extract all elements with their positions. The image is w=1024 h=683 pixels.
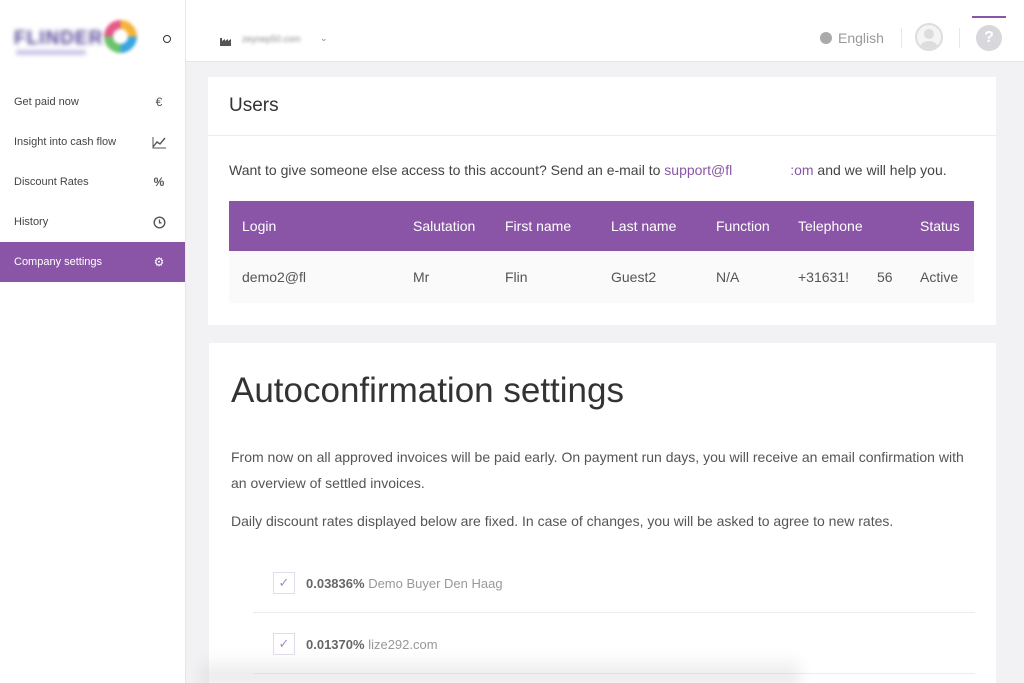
table-header: Login Salutation First name Last name Fu…: [229, 201, 974, 251]
checkmark-icon: ✓: [278, 636, 290, 651]
help-icon[interactable]: ?: [976, 25, 1002, 51]
sidebar-item-label: Insight into cash flow: [14, 136, 117, 148]
cell-salutation: Mr: [413, 269, 430, 285]
rate-checkbox[interactable]: ✓: [273, 572, 295, 594]
factory-icon: [220, 33, 232, 51]
sidebar-item-label: Company settings: [14, 256, 103, 268]
logo[interactable]: FLINDER: [14, 28, 103, 50]
cell-first-name: Flin: [505, 269, 528, 285]
sidebar-item-label: Discount Rates: [14, 176, 89, 188]
autoconfirmation-description: From now on all approved invoices will b…: [231, 449, 964, 491]
table-row: demo2@fl Mr Flin Guest2 N/A +31631! 56 A…: [229, 251, 974, 303]
company-selector[interactable]: zeynep50.com: [242, 34, 301, 44]
column-header-first-name: First name: [505, 218, 572, 234]
rate-label: 0.03836% Demo Buyer Den Haag: [306, 576, 503, 591]
sidebar-item-label: Get paid now: [14, 96, 79, 108]
chevron-down-icon[interactable]: ⌄: [320, 33, 328, 44]
divider: [208, 135, 996, 136]
rate-value: 0.03836%: [306, 576, 365, 591]
column-header-telephone: Telephone: [798, 218, 863, 234]
language-label: English: [838, 30, 884, 46]
language-selector[interactable]: English: [820, 30, 884, 46]
clock-icon: [151, 214, 167, 230]
checkmark-icon: ✓: [278, 575, 290, 590]
scroll-shadow: [200, 654, 800, 683]
chart-line-icon: [151, 134, 167, 150]
column-header-last-name: Last name: [611, 218, 677, 234]
top-bar: zeynep50.com ⌄ English ?: [186, 0, 1024, 62]
logo-mark-icon: [104, 20, 137, 53]
sidebar-item-discount-rates[interactable]: Discount Rates %: [0, 162, 185, 202]
cell-login: demo2@fl: [242, 269, 307, 285]
logo-tagline: [16, 50, 86, 55]
avatar[interactable]: [915, 23, 943, 51]
column-header-login: Login: [242, 218, 277, 234]
buyer-name: Demo Buyer Den Haag: [368, 576, 503, 591]
users-title: Users: [229, 95, 279, 116]
sidebar-item-get-paid-now[interactable]: Get paid now €: [0, 82, 185, 122]
help-indicator: [972, 16, 1006, 18]
sidebar: FLINDER Get paid now € Insight into cash…: [0, 0, 186, 683]
column-header-function: Function: [716, 218, 770, 234]
gears-icon: ⚙: [153, 255, 165, 269]
euro-icon: €: [155, 95, 163, 109]
sidebar-item-company-settings[interactable]: Company settings ⚙: [0, 242, 185, 282]
logo-area: FLINDER: [0, 0, 185, 82]
rate-value: 0.01370%: [306, 637, 365, 652]
autoconfirmation-card: Autoconfirmation settings From now on al…: [209, 343, 996, 683]
support-email-link[interactable]: support@fl:om: [664, 162, 813, 178]
cell-function: N/A: [716, 269, 740, 285]
users-card: Users Want to give someone else access t…: [208, 77, 996, 325]
percent-icon: %: [153, 175, 165, 189]
cell-telephone: +31631!: [798, 269, 849, 285]
column-header-salutation: Salutation: [413, 218, 476, 234]
cell-last-name: Guest2: [611, 269, 657, 285]
rate-label: 0.01370% lize292.com: [306, 637, 438, 652]
sidebar-item-history[interactable]: History: [0, 202, 185, 242]
users-info-text: Want to give someone else access to this…: [229, 162, 947, 178]
rate-checkbox[interactable]: ✓: [273, 633, 295, 655]
page-title: Autoconfirmation settings: [231, 371, 624, 410]
sidebar-toggle-icon[interactable]: [163, 35, 171, 43]
cell-status: Active: [920, 269, 959, 285]
sidebar-nav: Get paid now € Insight into cash flow Di…: [0, 82, 185, 282]
globe-icon: [820, 32, 832, 44]
sidebar-item-insight-into-cash-flow[interactable]: Insight into cash flow: [0, 122, 185, 162]
discount-rates-note: Daily discount rates displayed below are…: [231, 513, 894, 529]
divider: [901, 28, 902, 48]
users-table: Login Salutation First name Last name Fu…: [229, 201, 974, 303]
sidebar-item-label: History: [14, 216, 49, 228]
list-item: ✓ 0.03836% Demo Buyer Den Haag: [253, 552, 975, 613]
divider: [959, 28, 960, 48]
cell-telephone-tail: 56: [877, 269, 893, 285]
column-header-status: Status: [920, 218, 960, 234]
buyer-name: lize292.com: [368, 637, 438, 652]
